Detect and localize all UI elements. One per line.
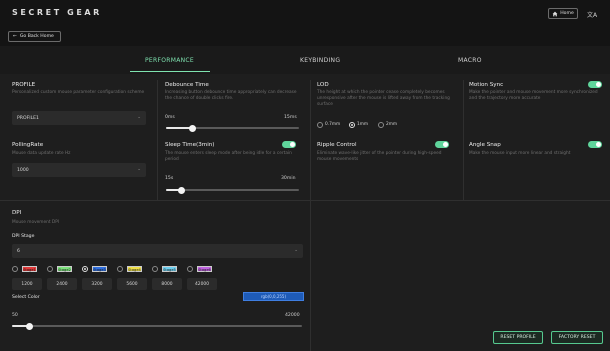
profile-select-value: PROFILE1 <box>17 115 39 121</box>
dpi-stage-color-chip[interactable]: Stage5 <box>162 266 177 272</box>
dpi-stage-value[interactable]: 1200 <box>12 278 42 290</box>
lod-option-2mm[interactable] <box>378 122 384 128</box>
dpi-slider-min-label: 50 <box>12 313 18 318</box>
debounce-title: Debounce Time <box>165 82 209 88</box>
debounce-slider-thumb[interactable] <box>189 124 197 132</box>
motion-sync-description: Make the pointer and mouse movement more… <box>469 90 598 102</box>
tab-bar: PERFORMANCE KEYBINDING MACRO <box>0 46 610 74</box>
home-button[interactable]: Home <box>548 8 578 19</box>
dpi-stage-radio-4[interactable] <box>117 266 123 272</box>
lod-option-1mm[interactable] <box>349 122 355 128</box>
dpi-slider-max-label: 42000 <box>285 313 300 318</box>
dpi-stage-select-value: 6 <box>17 248 20 254</box>
sleep-time-slider[interactable] <box>166 186 299 194</box>
dpi-stage-value[interactable]: 5600 <box>117 278 147 290</box>
dpi-stage-value[interactable]: 8000 <box>152 278 182 290</box>
polling-rate-description: Mouse data update rate Hz <box>12 151 71 156</box>
sleep-time-description: The mouse enters sleep mode after being … <box>165 151 292 163</box>
dpi-stage-select[interactable]: 6 ⌄ <box>12 244 303 258</box>
dpi-description: Mouse movement DPI <box>12 220 60 225</box>
home-button-label: Home <box>560 11 574 16</box>
dpi-title: DPI <box>12 210 22 216</box>
sleep-slider-thumb[interactable] <box>178 186 186 194</box>
profile-title: PROFILE <box>12 82 36 88</box>
ripple-control-description: Eliminate wave-like jitter of the pointe… <box>317 151 442 163</box>
dpi-stage-radio-1[interactable] <box>12 266 18 272</box>
dpi-stage-radio-5[interactable] <box>152 266 158 272</box>
lod-option-label: 0.7mm <box>325 122 341 127</box>
angle-snap-toggle[interactable] <box>588 141 602 148</box>
tab-keybinding[interactable]: KEYBINDING <box>300 57 340 64</box>
dpi-stage-color-chip[interactable]: Stage2 <box>57 266 72 272</box>
ripple-control-title: Ripple Control <box>317 142 357 148</box>
ripple-control-toggle[interactable] <box>435 141 449 148</box>
dpi-stage-color-chip[interactable]: Stage1 <box>22 266 37 272</box>
lod-title: LOD <box>317 82 329 88</box>
go-back-home-button[interactable]: ← Go Back Home <box>8 31 61 42</box>
polling-rate-select[interactable]: 1000 ⌄ <box>12 163 146 177</box>
dpi-stage-radio-2[interactable] <box>47 266 53 272</box>
dpi-stage-radio-6[interactable] <box>187 266 193 272</box>
column-divider <box>463 80 464 200</box>
section-divider <box>0 200 610 201</box>
factory-reset-button[interactable]: FACTORY RESET <box>551 331 603 344</box>
chevron-down-icon: ⌄ <box>137 115 141 120</box>
active-tab-indicator <box>130 71 210 72</box>
dpi-stage-label: DPI Stage <box>12 234 35 239</box>
reset-profile-button[interactable]: RESET PROFILE <box>493 331 543 344</box>
sleep-min-label: 15s <box>165 176 174 181</box>
go-back-home-label: Go Back Home <box>19 34 54 39</box>
lod-option-label: 1mm <box>357 122 369 127</box>
sleep-max-label: 30min <box>281 176 296 181</box>
dpi-stage-color-chip[interactable]: Stage6 <box>197 266 212 272</box>
dpi-stage-value[interactable]: 3200 <box>82 278 112 290</box>
chevron-down-icon: ⌄ <box>137 167 141 172</box>
arrow-left-icon: ← <box>13 34 17 39</box>
dpi-slider-thumb[interactable] <box>25 322 33 330</box>
dpi-stage-radio-3[interactable] <box>82 266 88 272</box>
dpi-slider[interactable] <box>12 322 302 330</box>
tab-performance[interactable]: PERFORMANCE <box>145 57 194 64</box>
debounce-min-label: 0ms <box>165 115 175 120</box>
tab-macro[interactable]: MACRO <box>458 57 482 64</box>
dpi-stage-value[interactable]: 2400 <box>47 278 77 290</box>
brand-logo: SECRET GEAR <box>12 8 102 17</box>
motion-sync-toggle[interactable] <box>588 81 602 88</box>
debounce-max-label: 15ms <box>284 115 297 120</box>
angle-snap-description: Make the mouse input more linear and str… <box>469 151 571 156</box>
dpi-stage-color-chip[interactable]: Stage4 <box>127 266 142 272</box>
dpi-stage-color-chip[interactable]: Stage3 <box>92 266 107 272</box>
home-icon <box>552 11 558 16</box>
sleep-time-toggle[interactable] <box>282 141 296 148</box>
language-icon[interactable]: 文A <box>587 10 597 19</box>
lod-description: The height at which the pointer cease co… <box>317 90 450 108</box>
column-divider <box>157 80 158 200</box>
color-picker-button[interactable]: rgb(0,0,255) <box>243 292 304 301</box>
select-color-label: Select Color <box>12 295 40 300</box>
column-divider <box>310 80 311 200</box>
app-header: SECRET GEAR Home 文A <box>0 0 610 27</box>
polling-rate-title: PollingRate <box>12 142 44 148</box>
dpi-stage-value[interactable]: 42000 <box>187 278 217 290</box>
chevron-down-icon: ⌄ <box>294 248 298 253</box>
lod-option-0-7mm[interactable] <box>317 122 323 128</box>
sleep-time-title: Sleep Time(3min) <box>165 142 215 148</box>
motion-sync-title: Motion Sync <box>469 82 504 88</box>
debounce-slider[interactable] <box>166 124 299 132</box>
profile-description: Personalized custom mouse parameter conf… <box>12 90 145 95</box>
lod-option-label: 2mm <box>386 122 398 127</box>
polling-rate-select-value: 1000 <box>17 167 29 173</box>
profile-select[interactable]: PROFILE1 ⌄ <box>12 111 146 125</box>
debounce-description: Increasing button debounce time appropri… <box>165 90 297 102</box>
angle-snap-title: Angle Snap <box>469 142 501 148</box>
column-divider <box>310 200 311 351</box>
